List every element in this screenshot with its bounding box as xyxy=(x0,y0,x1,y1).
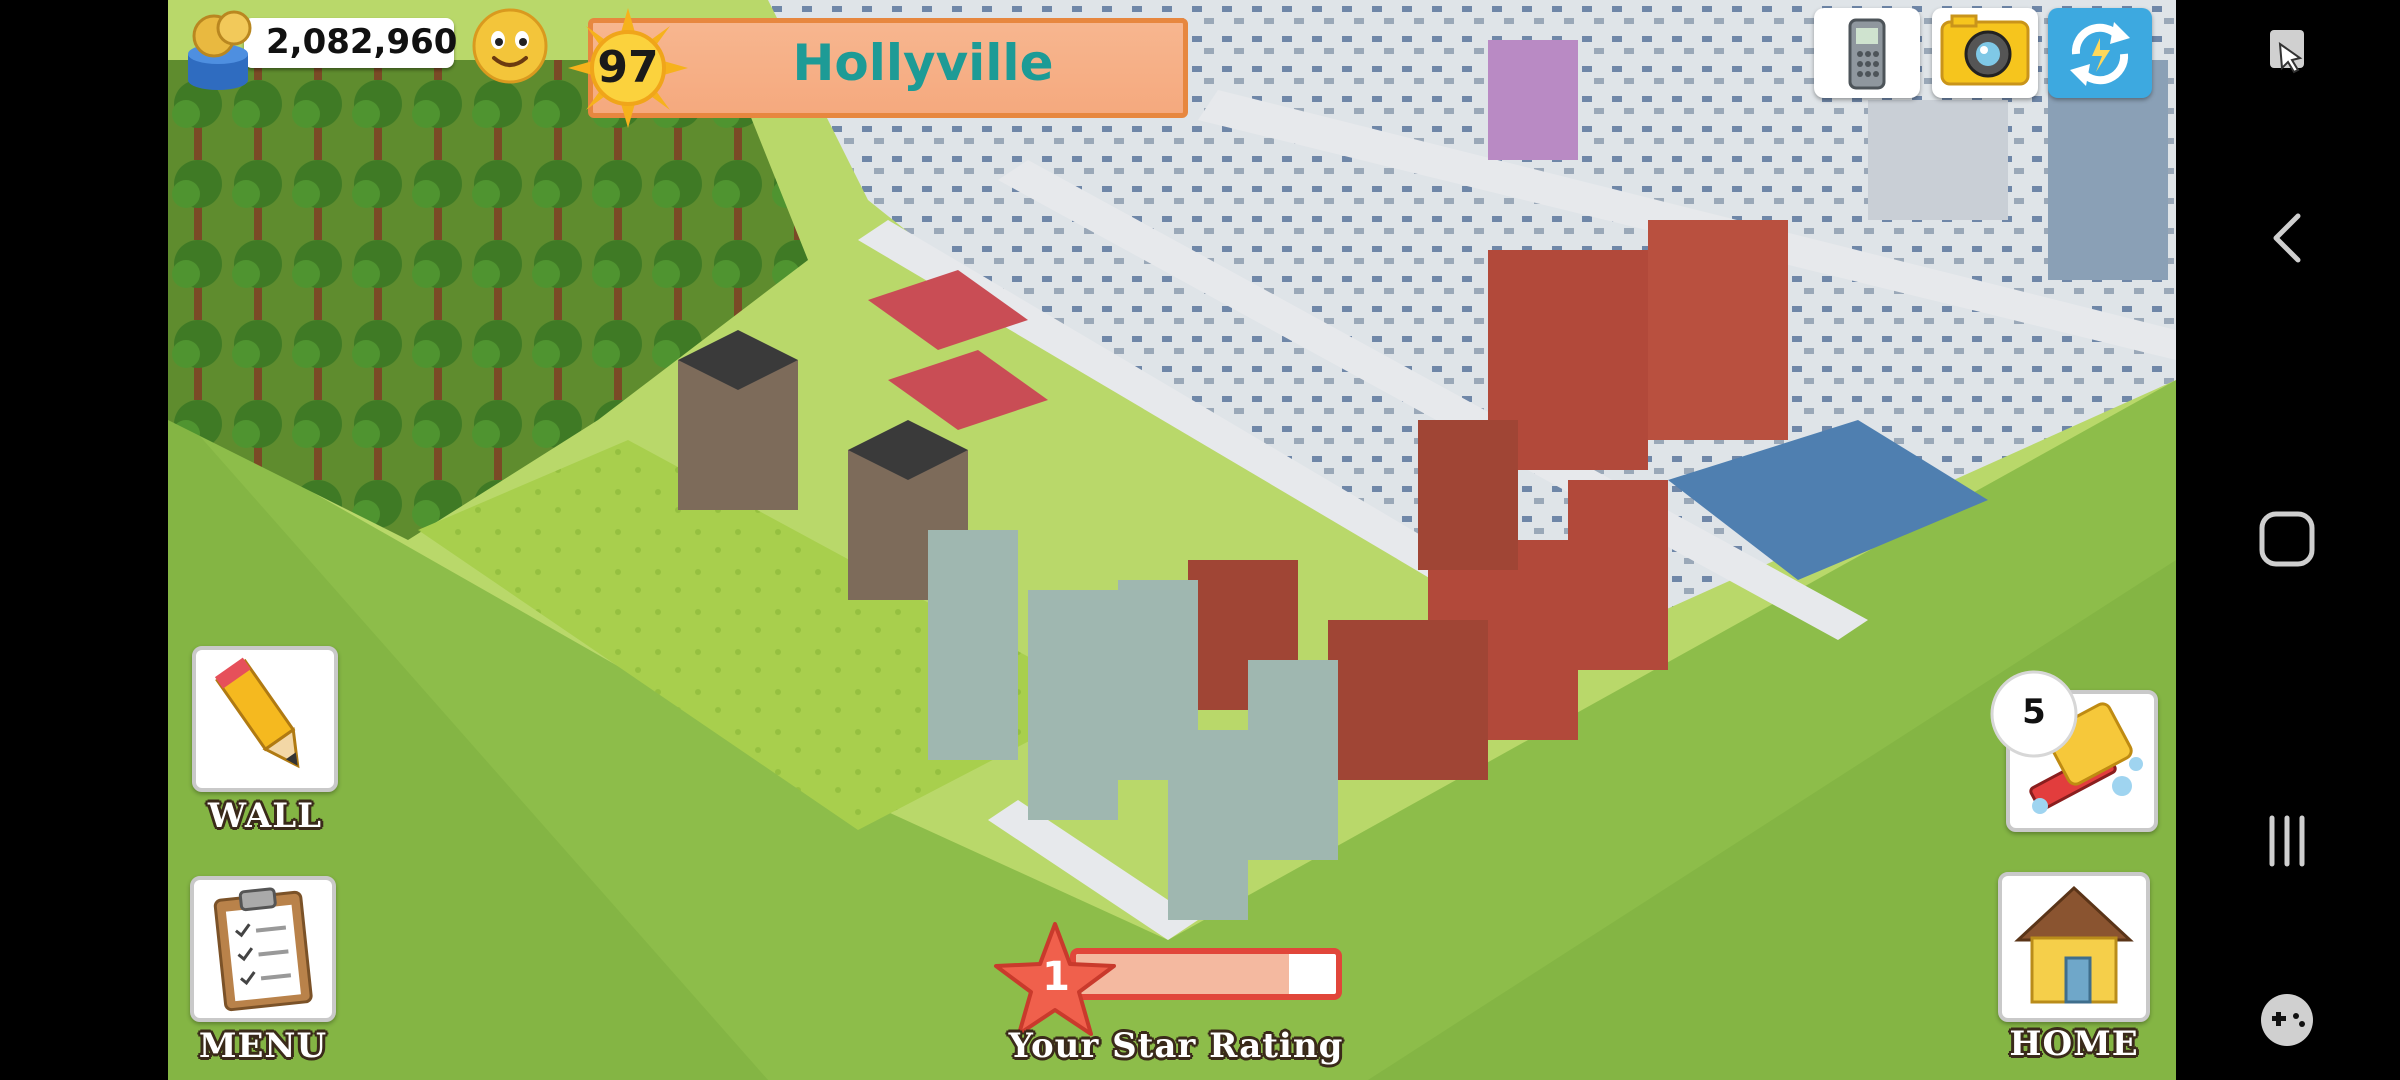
level-town-bar[interactable]: Hollyville 97 xyxy=(568,8,1200,128)
sync-button[interactable] xyxy=(2048,8,2152,98)
game-viewport[interactable]: 2,082,960 Hollyville 97 WALL MENU 5 HOME… xyxy=(168,0,2176,1080)
home-label: HOME xyxy=(2009,1024,2139,1064)
coins-counter: 2,082,960 xyxy=(174,8,464,90)
phone-button[interactable] xyxy=(1814,8,1920,98)
game-tools-button[interactable] xyxy=(2176,970,2400,1070)
cleanup-count: 5 xyxy=(2022,692,2046,732)
recents-button[interactable] xyxy=(2176,792,2400,892)
back-button[interactable] xyxy=(2176,186,2400,286)
town-name: Hollyville xyxy=(792,34,1054,92)
menu-label: MENU xyxy=(198,1026,328,1066)
menu-button[interactable] xyxy=(190,876,336,1022)
star-rating-label: Your Star Rating xyxy=(1008,1026,1344,1066)
wall-button[interactable] xyxy=(192,646,338,792)
coins-value: 2,082,960 xyxy=(266,22,458,62)
screen-capture-icon xyxy=(2270,30,2304,74)
home-button[interactable] xyxy=(1998,872,2150,1022)
smiley-face-icon xyxy=(472,8,548,84)
level-number: 97 xyxy=(597,42,659,93)
game-tools-icon xyxy=(2261,994,2313,1046)
back-icon xyxy=(2273,213,2301,263)
camera-icon xyxy=(1940,14,2030,86)
house-icon xyxy=(2014,885,2134,1004)
wall-label: WALL xyxy=(207,796,323,836)
sync-icon xyxy=(2070,22,2130,86)
home-square-icon xyxy=(2259,511,2315,567)
camera-button[interactable] xyxy=(1932,8,2038,98)
star-rating-widget[interactable]: 1 Your Star Rating xyxy=(990,918,1362,1080)
happiness-indicator[interactable] xyxy=(470,6,550,86)
system-home-button[interactable] xyxy=(2176,488,2400,588)
system-nav-bar xyxy=(2176,0,2400,1080)
phone-icon xyxy=(1848,18,1886,90)
pencil-icon xyxy=(214,657,300,769)
clipboard-icon xyxy=(213,887,313,1012)
screen-capture-button[interactable] xyxy=(2176,4,2400,104)
coin-stack-icon xyxy=(188,10,252,90)
star-count: 1 xyxy=(1042,954,1070,1000)
recents-icon xyxy=(2269,815,2305,867)
